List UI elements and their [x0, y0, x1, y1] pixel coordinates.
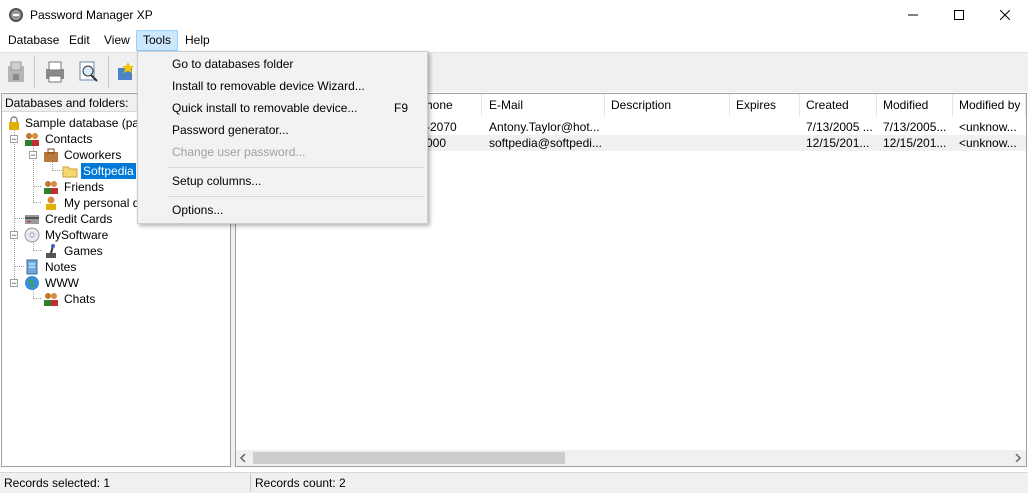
credit-card-icon	[25, 215, 39, 224]
status-bar	[0, 472, 1028, 493]
menu-database[interactable]: Database	[2, 30, 65, 51]
minimize-button[interactable]	[890, 0, 936, 30]
shortcut-f9: F9	[394, 101, 409, 115]
menu-item-password-generator[interactable]: Password generator...	[172, 120, 289, 140]
maximize-button[interactable]	[936, 0, 982, 30]
globe-icon	[25, 276, 39, 290]
column-header-phone[interactable]: hone	[420, 94, 482, 116]
tree-item-www[interactable]: − WWW	[0, 275, 229, 291]
close-icon	[1000, 10, 1010, 20]
tree-item-label: Sample database (pass	[25, 116, 152, 130]
menu-tools[interactable]: Tools	[136, 30, 178, 51]
magic-wand-icon[interactable]	[114, 60, 138, 84]
title-bar	[0, 0, 1028, 30]
menu-separator	[168, 167, 424, 168]
tree-item-mysoftware[interactable]: − MySoftware	[0, 227, 229, 243]
menu-item-install-removable-wizard[interactable]: Install to removable device Wizard...	[172, 76, 365, 96]
menu-help[interactable]: Help	[179, 30, 216, 51]
toolbar-separator	[108, 56, 109, 88]
menu-edit[interactable]: Edit	[63, 30, 96, 51]
collapse-icon[interactable]: −	[10, 231, 18, 240]
menu-item-go-to-databases-folder[interactable]: Go to databases folder	[172, 54, 293, 74]
scroll-left-icon[interactable]	[239, 454, 247, 462]
collapse-icon[interactable]: −	[10, 279, 18, 288]
save-icon[interactable]	[5, 60, 27, 84]
tree-item-games[interactable]: Games	[0, 243, 229, 259]
column-header-description[interactable]: Description	[605, 94, 730, 116]
cd-icon	[24, 227, 40, 243]
records-selected-status: Records selected: 1	[4, 476, 111, 490]
menu-separator	[168, 196, 424, 197]
menu-item-change-user-password: Change user password...	[172, 145, 306, 159]
person-icon	[46, 196, 56, 210]
menu-item-options[interactable]: Options...	[172, 200, 223, 220]
people-icon	[44, 293, 58, 306]
menu-item-setup-columns[interactable]: Setup columns...	[172, 171, 261, 191]
column-header-modified[interactable]: Modified	[877, 94, 953, 116]
tools-dropdown-menu: Go to databases folder Install to remova…	[137, 51, 428, 224]
toolbar-separator	[34, 56, 35, 88]
scrollbar-thumb[interactable]	[253, 452, 565, 464]
scroll-right-icon[interactable]	[1014, 454, 1022, 462]
window-title: Password Manager XP	[30, 8, 153, 22]
records-count-status: Records count: 2	[255, 476, 346, 490]
menu-view[interactable]: View	[98, 30, 136, 51]
people-icon	[44, 181, 58, 194]
column-header-created[interactable]: Created	[800, 94, 877, 116]
app-logo-icon	[9, 8, 23, 22]
column-header-modified-by[interactable]: Modified by	[953, 94, 1026, 116]
tree-item-notes[interactable]: Notes	[0, 259, 229, 275]
notes-icon	[26, 259, 38, 275]
close-button[interactable]	[982, 0, 1028, 30]
folder-icon	[62, 166, 78, 178]
minimize-icon	[908, 14, 918, 16]
briefcase-icon	[44, 148, 58, 162]
maximize-icon	[954, 10, 964, 20]
joystick-icon	[46, 244, 56, 258]
print-preview-icon[interactable]	[76, 60, 100, 84]
column-header-expires[interactable]: Expires	[730, 94, 800, 116]
collapse-icon[interactable]: −	[10, 135, 18, 144]
collapse-icon[interactable]: −	[29, 151, 37, 160]
lock-icon	[9, 116, 19, 130]
print-icon[interactable]	[42, 60, 68, 84]
menu-item-quick-install-removable[interactable]: Quick install to removable device...	[172, 98, 357, 118]
column-header-email[interactable]: E-Mail	[483, 94, 605, 116]
tree-item-chats[interactable]: Chats	[0, 291, 229, 307]
people-icon	[25, 133, 39, 146]
